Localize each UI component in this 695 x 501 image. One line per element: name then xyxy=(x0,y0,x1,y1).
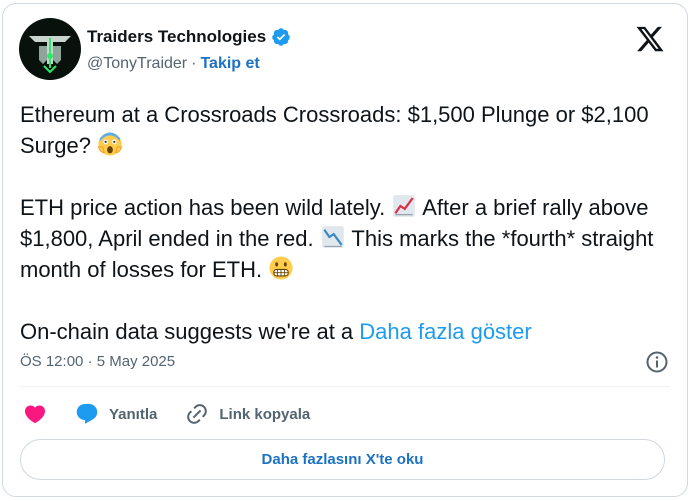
author-handle[interactable]: @TonyTraider xyxy=(87,55,187,73)
heart-icon xyxy=(24,405,46,424)
info-icon[interactable] xyxy=(645,350,669,374)
reply-label: Yanıtla xyxy=(109,405,158,423)
copy-link-label: Link kopyala xyxy=(219,405,311,423)
reply-bubble-icon xyxy=(76,404,98,424)
like-button[interactable] xyxy=(23,402,47,426)
tweet-timestamp[interactable]: ÖS 12:00 · 5 May 2025 xyxy=(20,353,175,370)
tweet-paragraph: On-chain data suggests we're at a Daha f… xyxy=(20,316,680,347)
separator-dot: · xyxy=(191,55,197,72)
grimacing-emoji-icon xyxy=(269,256,293,280)
verified-badge-icon xyxy=(272,28,290,46)
screaming-emoji-icon xyxy=(98,132,123,156)
x-logo-icon[interactable] xyxy=(635,24,665,54)
tweet-time: ÖS 12:00 xyxy=(20,353,84,370)
tweet-body: Ethereum at a Crossroads Crossroads: $1,… xyxy=(20,99,680,347)
follow-button[interactable]: Takip et xyxy=(200,55,259,73)
reply-button[interactable]: Yanıtla xyxy=(75,402,157,426)
avatar-logo-icon xyxy=(20,19,80,79)
copy-link-button[interactable]: Link kopyala xyxy=(185,402,310,426)
author-name[interactable]: Traiders Technologies xyxy=(87,27,266,47)
show-more-link[interactable]: Daha fazla göster xyxy=(359,319,531,344)
read-more-button[interactable]: Daha fazlasını X'te oku xyxy=(20,439,665,480)
tweet-paragraph: Ethereum at a Crossroads Crossroads: $1,… xyxy=(20,99,680,161)
link-icon xyxy=(187,404,208,424)
author-name-row: Traiders Technologies xyxy=(87,27,291,47)
tweet-date: 5 May 2025 xyxy=(96,353,176,370)
tweet-paragraph: ETH price action has been wild lately. A… xyxy=(20,192,680,285)
chart-up-emoji-icon xyxy=(393,195,416,217)
tweet-header: Traiders Technologies @TonyTraider · Tak… xyxy=(19,18,671,82)
chart-down-emoji-icon xyxy=(321,226,344,248)
tweet-sentence: On-chain data suggests we're at a xyxy=(20,319,354,344)
handle-row: @TonyTraider · Takip et xyxy=(87,55,260,73)
separator-dot: · xyxy=(87,353,93,370)
avatar[interactable] xyxy=(19,18,81,80)
tweet-sentence: ETH price action has been wild lately. xyxy=(20,195,386,220)
action-bar: Yanıtla Link kopyala xyxy=(23,400,338,428)
divider xyxy=(20,386,670,387)
tweet-card: Traiders Technologies @TonyTraider · Tak… xyxy=(2,3,688,497)
